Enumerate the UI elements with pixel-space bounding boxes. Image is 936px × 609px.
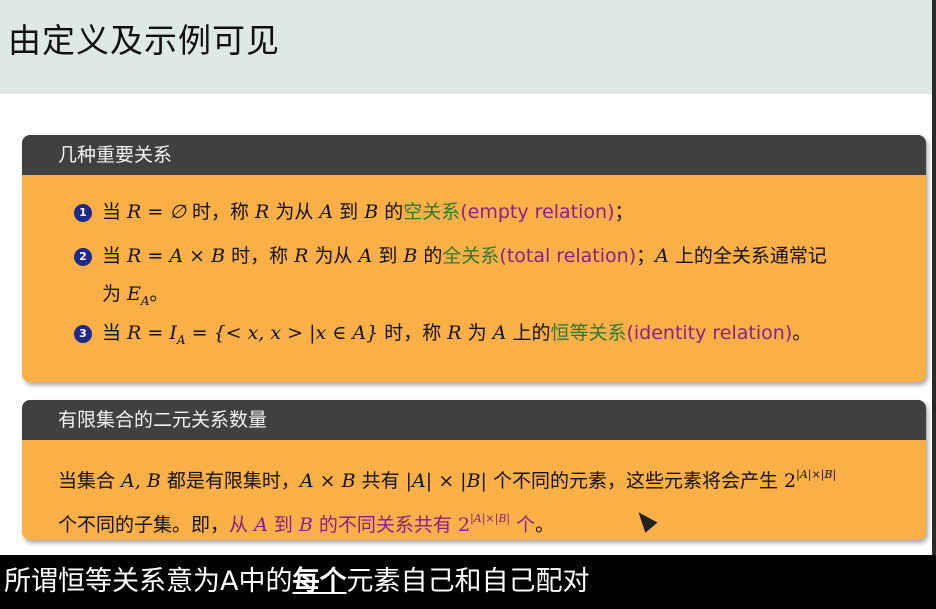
number-badge-1: 1 [74,204,92,222]
text: 当集合 [58,470,122,492]
math-var: B [364,201,379,223]
math-subscript: A [140,293,150,308]
text: 。 [535,514,555,536]
math-expression: A × B [299,470,356,492]
math-var: A [319,201,334,223]
text: 时，称 [378,322,448,344]
math-var: A [655,245,669,267]
math-var: A [358,245,373,267]
math-var: B [298,514,313,536]
math-subscript: A [176,332,186,347]
subtitle-emphasis: 每个 [292,566,347,597]
text: 个不同的子集。即， [58,514,230,536]
text: 为 [102,283,128,305]
finite-set-relations-block: 有限集合的二元关系数量 当集合 A, B 都是有限集时，A × B 共有 |A|… [22,400,926,540]
term-english: (total relation) [499,245,637,267]
text: 的 [417,245,443,267]
text: 都是有限集时， [160,470,300,492]
subtitle-text: 所谓恒等关系意为A中的 [4,566,293,597]
math-expression: R = I [127,322,177,344]
text: 上的全关系通常记 [668,245,827,267]
text: 时，称 [225,245,295,267]
math-var: A [254,514,268,536]
term-total-relation: 全关系 [442,245,500,267]
text: 时，称 [185,201,255,223]
text: 为从 [269,201,320,223]
math-base: 2 [784,470,797,492]
math-expression: = {< x, x > |x ∈ A} [185,322,379,344]
math-base: 2 [457,514,471,536]
term-empty-relation: 空关系 [403,201,461,223]
subtitle-text: 元素自己和自己配对 [346,566,590,597]
math-expression: R = ∅ [127,201,186,223]
slide-header: 由定义及示例可见 [0,0,932,94]
text: 当 [102,245,128,267]
text: 到 [333,201,365,223]
math-var: R [294,245,309,267]
math-exponent: |A|×|B| [470,512,511,525]
video-subtitle: 所谓恒等关系意为A中的每个元素自己和自己配对 [0,555,936,609]
text: 。 [149,283,169,305]
term-english: (identity relation) [626,322,793,344]
text: 当 [102,201,128,223]
list-item-identity-relation: 3当 R = IA = {< x, x > |x ∈ A} 时，称 R 为 A … [74,314,898,359]
list-item-total-relation: 2当 R = A × B 时，称 R 为从 A 到 B 的全关系(total r… [74,237,898,320]
text: 上的 [506,322,551,344]
text: 当 [102,322,128,344]
text: 为从 [308,245,359,267]
list-item-empty-relation: 1当 R = ∅ 时，称 R 为从 A 到 B 的空关系(empty relat… [74,193,898,231]
term-identity-relation: 恒等关系 [550,322,627,344]
math-var: B [403,245,418,267]
term-english: (empty relation) [460,201,615,223]
slide-title: 由定义及示例可见 [8,21,280,60]
text: ； [614,201,634,223]
block-body: 当集合 A, B 都是有限集时，A × B 共有 |A| × |B| 个不同的元… [58,456,902,540]
text: 为 [461,322,493,344]
math-var: E [127,283,141,305]
block-heading: 几种重要关系 [22,135,926,175]
math-expression: |A| × |B| [405,470,487,492]
important-relations-block: 几种重要关系 1当 R = ∅ 时，称 R 为从 A 到 B 的空关系(empt… [22,135,926,382]
math-expression: R = A × B [127,245,226,267]
text: 共有 [355,470,406,492]
text: 的不同关系共有 [312,514,458,536]
math-var: R [447,322,462,344]
text: ； [636,245,656,267]
window-edge [932,0,936,609]
number-badge-2: 2 [74,248,92,266]
math-var: R [255,201,270,223]
math-var: A [492,322,507,344]
text: 的 [378,201,404,223]
highlight-relation-count: 从 A 到 B 的不同关系共有 2|A|×|B| 个 [229,512,536,536]
text: 。 [792,322,812,344]
math-exponent: |A|×|B| [796,468,837,481]
text: 个 [510,514,536,536]
text: 从 [229,514,255,536]
text: 个不同的元素，这些元素将会产生 [486,470,785,492]
text: 到 [372,245,404,267]
math-var: A, B [121,470,161,492]
block-heading: 有限集合的二元关系数量 [22,400,926,440]
text: 到 [267,514,299,536]
number-badge-3: 3 [74,325,92,343]
